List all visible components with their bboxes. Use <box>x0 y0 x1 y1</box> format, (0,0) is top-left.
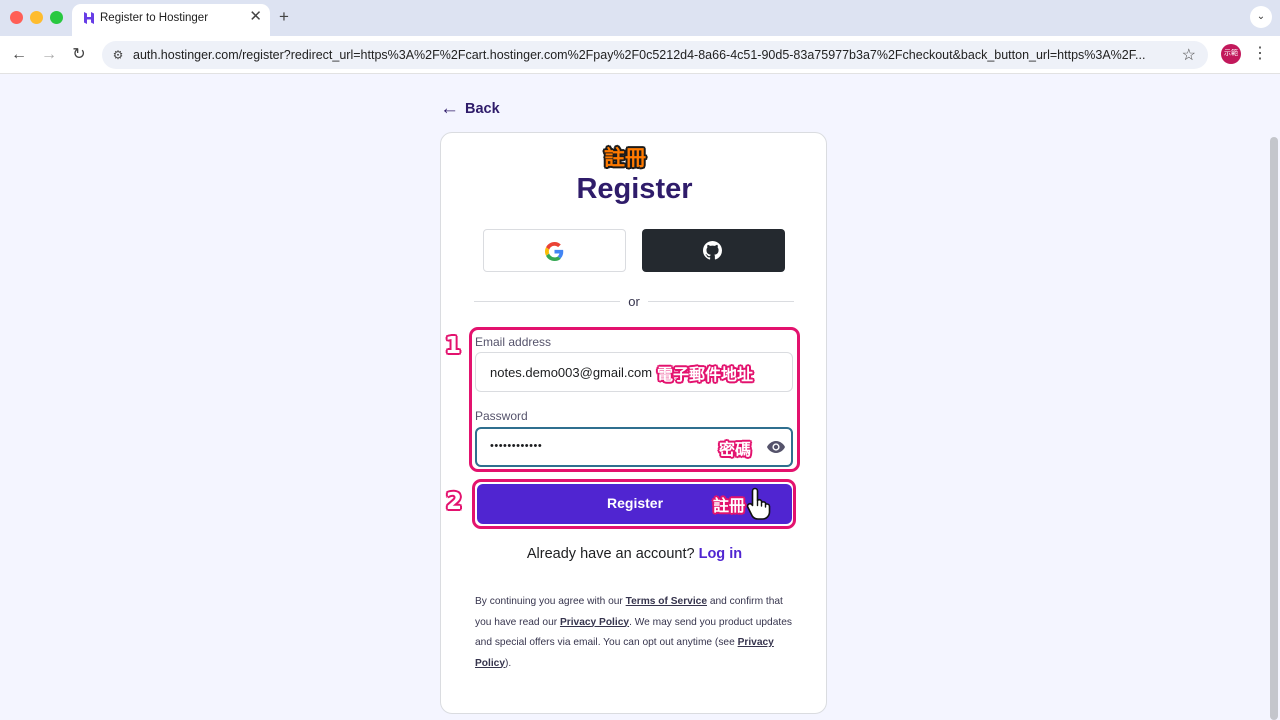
register-button-label: Register <box>607 495 664 511</box>
terms-of-service-link[interactable]: Terms of Service <box>626 596 707 607</box>
back-link[interactable]: ← Back <box>440 98 500 120</box>
password-field[interactable]: •••••••••••• 密碼 <box>475 427 793 467</box>
login-prompt-text: Already have an account? <box>526 546 695 562</box>
register-button[interactable]: Register 註冊 <box>477 484 792 524</box>
title-annotation: 註冊 <box>604 146 646 170</box>
browser-menu-icon[interactable]: ⋮ <box>1252 44 1268 64</box>
divider-left <box>474 301 620 302</box>
login-link[interactable]: Log in <box>699 546 743 562</box>
github-icon <box>703 241 722 260</box>
step-2-annotation: 2 <box>446 489 463 515</box>
google-icon <box>545 242 564 261</box>
close-window-button[interactable] <box>10 11 23 24</box>
password-annotation: 密碼 <box>719 440 752 459</box>
register-card: 註冊 Register or 1 Email address notes.dem… <box>440 132 827 714</box>
back-arrow-icon[interactable]: ← <box>8 44 30 66</box>
hostinger-logo-icon <box>84 12 94 24</box>
email-field[interactable]: notes.demo003@gmail.com 電子郵件地址 <box>475 352 793 392</box>
eye-icon[interactable] <box>766 440 786 454</box>
maximize-window-button[interactable] <box>50 11 63 24</box>
legal-text-1: By continuing you agree with our <box>475 596 626 607</box>
step-1-annotation: 1 <box>445 333 462 359</box>
legal-text-4: ). <box>505 657 512 669</box>
hand-pointer-icon <box>746 487 771 520</box>
reload-icon[interactable]: ↻ <box>68 44 90 66</box>
browser-window: Register to Hostinger ✕ + ⌄ ← → ↻ ⚙ auth… <box>0 0 1280 720</box>
profile-avatar[interactable]: 示範 <box>1221 44 1241 64</box>
login-prompt: Already have an account? Log in <box>441 546 828 562</box>
register-annotation: 註冊 <box>713 496 746 515</box>
address-bar[interactable]: ⚙ auth.hostinger.com/register?redirect_u… <box>102 41 1208 69</box>
bookmark-star-icon[interactable]: ☆ <box>1182 45 1196 65</box>
back-arrow-icon: ← <box>440 98 459 119</box>
password-value: •••••••••••• <box>490 440 543 452</box>
minimize-window-button[interactable] <box>30 11 43 24</box>
scrollbar-thumb[interactable] <box>1270 137 1278 720</box>
url-text[interactable]: auth.hostinger.com/register?redirect_url… <box>133 48 1173 62</box>
tab-close-icon[interactable]: ✕ <box>249 9 262 25</box>
tab-strip: Register to Hostinger ✕ + ⌄ <box>0 0 1280 36</box>
email-value: notes.demo003@gmail.com <box>490 365 653 380</box>
email-label: Email address <box>475 335 552 349</box>
new-tab-button[interactable]: + <box>279 8 289 26</box>
browser-toolbar: ← → ↻ ⚙ auth.hostinger.com/register?redi… <box>0 36 1280 74</box>
back-label: Back <box>465 101 500 117</box>
tab-title: Register to Hostinger <box>100 12 209 24</box>
privacy-policy-link[interactable]: Privacy Policy <box>560 617 629 628</box>
tab-search-chevron-icon[interactable]: ⌄ <box>1250 6 1272 28</box>
site-info-icon[interactable]: ⚙ <box>110 47 126 63</box>
or-separator: or <box>628 294 640 309</box>
github-signin-button[interactable] <box>642 229 785 272</box>
google-signin-button[interactable] <box>483 229 626 272</box>
email-annotation: 電子郵件地址 <box>657 365 754 384</box>
page-title: Register <box>576 173 693 205</box>
browser-tab[interactable]: Register to Hostinger ✕ <box>72 4 270 36</box>
legal-text: By continuing you agree with our Terms o… <box>475 592 797 674</box>
password-label: Password <box>475 409 528 423</box>
divider-right <box>648 301 794 302</box>
forward-arrow-icon[interactable]: → <box>38 44 60 66</box>
